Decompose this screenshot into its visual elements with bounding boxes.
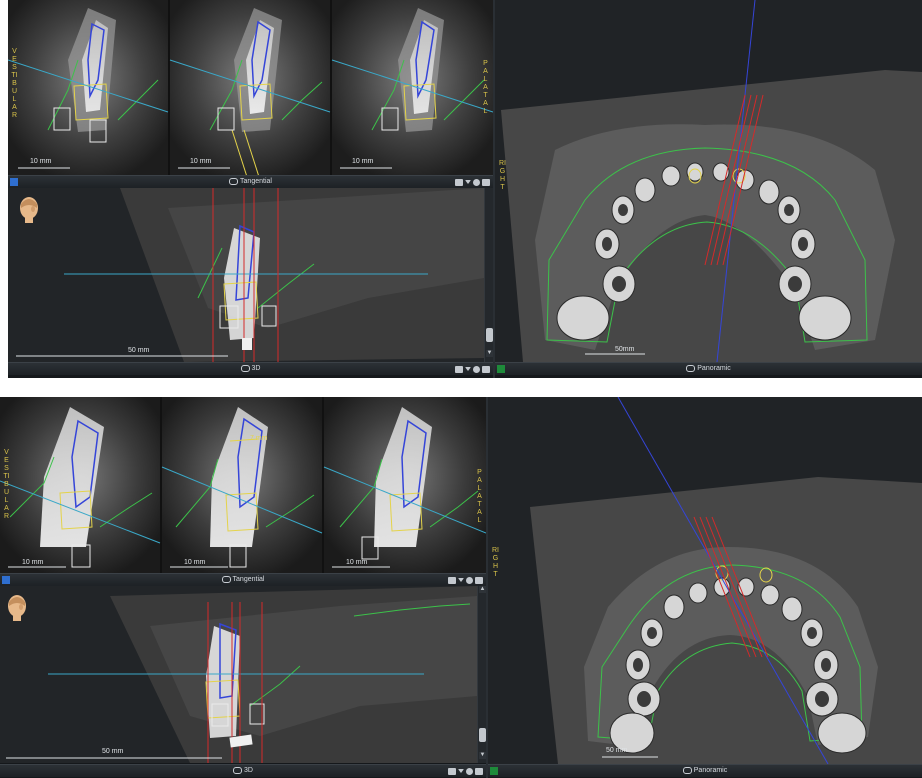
panoramic-title: Panoramic <box>697 365 731 372</box>
orientation-vestibular: VESTIBULAR <box>11 48 18 119</box>
window-icon[interactable] <box>475 576 483 584</box>
dropdown-icon[interactable] <box>465 180 471 184</box>
viewer-top: VESTIBULAR PALATAL 10 mm 10 mm 10 mm Tan… <box>8 0 922 378</box>
layout-icon[interactable] <box>473 365 480 373</box>
orientation-palatal: PALATAL <box>477 469 482 524</box>
camera-icon <box>682 766 692 774</box>
view-3d-title: 3D <box>251 365 261 372</box>
tangential-view[interactable]: VESTIBULAR PALATAL 7 mm 10 mm 10 mm 10 m… <box>0 397 486 573</box>
viewer-bottom: VESTIBULAR PALATAL 7 mm 10 mm 10 mm 10 m… <box>0 397 922 778</box>
scale-label: 10 mm <box>30 158 52 165</box>
panoramic-title-bar: Panoramic <box>488 764 922 777</box>
panel-color-marker <box>2 576 10 584</box>
scale-label: 50 mm <box>606 747 628 754</box>
layout-icon[interactable] <box>473 178 480 186</box>
scroll-up-arrow[interactable]: ▲ <box>479 586 486 593</box>
slice-1 <box>0 397 161 573</box>
camera-icon <box>229 177 239 185</box>
eye-icon[interactable] <box>448 767 456 775</box>
scale-label: 10 mm <box>184 559 206 566</box>
view-3d[interactable]: 50 mm <box>8 188 484 362</box>
scale-label: 50 mm <box>102 748 124 755</box>
view-3d-title-bar: 3D <box>0 764 486 777</box>
layout-icon[interactable] <box>466 767 473 775</box>
scrollbar-thumb[interactable] <box>486 328 493 342</box>
eye-icon[interactable] <box>455 365 463 373</box>
panoramic-view[interactable]: RIGHT 50mm <box>495 0 922 362</box>
panel-color-marker <box>10 178 18 186</box>
panoramic-title-bar: Panoramic <box>495 362 922 375</box>
window-icon[interactable] <box>475 767 483 775</box>
view-3d[interactable]: 50 mm <box>0 586 477 763</box>
slice-3 <box>323 397 486 573</box>
window-icon[interactable] <box>482 178 490 186</box>
scrollbar-thumb[interactable] <box>479 728 486 742</box>
head-icon[interactable] <box>6 594 28 622</box>
scale-label: 50mm <box>615 346 635 353</box>
scale-label: 10 mm <box>190 158 212 165</box>
window-icon[interactable] <box>482 365 490 373</box>
orientation-palatal: PALATAL <box>483 60 488 115</box>
scale-label: 10 mm <box>22 559 44 566</box>
tangential-title-bar: Tangential <box>0 573 486 586</box>
camera-icon <box>221 575 231 583</box>
head-icon[interactable] <box>18 196 40 224</box>
scale-label: 50 mm <box>128 347 150 354</box>
orientation-vestibular: VESTIBULAR <box>3 449 10 520</box>
orientation-right: RIGHT <box>492 547 499 578</box>
tangential-title: Tangential <box>232 576 265 583</box>
dropdown-icon[interactable] <box>465 367 471 371</box>
slice-3 <box>331 0 493 175</box>
slice-1 <box>8 0 169 175</box>
camera-icon <box>686 364 696 372</box>
view-3d-title-bar: 3D <box>8 362 493 375</box>
scroll-down-arrow[interactable]: ▼ <box>486 350 493 357</box>
scale-label: 10 mm <box>346 559 368 566</box>
layout-icon[interactable] <box>466 576 473 584</box>
panoramic-view[interactable]: RIGHT 50 mm <box>488 397 922 764</box>
panel-color-marker <box>490 767 498 775</box>
measure-label: 7 mm <box>250 435 268 442</box>
panoramic-title: Panoramic <box>693 767 728 774</box>
dropdown-icon[interactable] <box>458 769 464 773</box>
eye-icon[interactable] <box>455 178 463 186</box>
slice-2 <box>169 0 331 175</box>
view-3d-title: 3D <box>244 767 253 774</box>
eye-icon[interactable] <box>448 576 456 584</box>
scale-label: 10 mm <box>352 158 374 165</box>
slice-2 <box>161 397 323 573</box>
tangential-view[interactable]: VESTIBULAR PALATAL 10 mm 10 mm 10 mm <box>8 0 493 175</box>
panel-color-marker <box>497 365 505 373</box>
orientation-right: RIGHT <box>499 160 506 191</box>
tangential-title: Tangential <box>240 178 272 185</box>
tangential-title-bar: Tangential <box>8 175 493 188</box>
camera-icon <box>233 766 243 774</box>
dropdown-icon[interactable] <box>458 578 464 582</box>
camera-icon <box>240 364 250 372</box>
scroll-down-arrow[interactable]: ▼ <box>479 752 486 759</box>
